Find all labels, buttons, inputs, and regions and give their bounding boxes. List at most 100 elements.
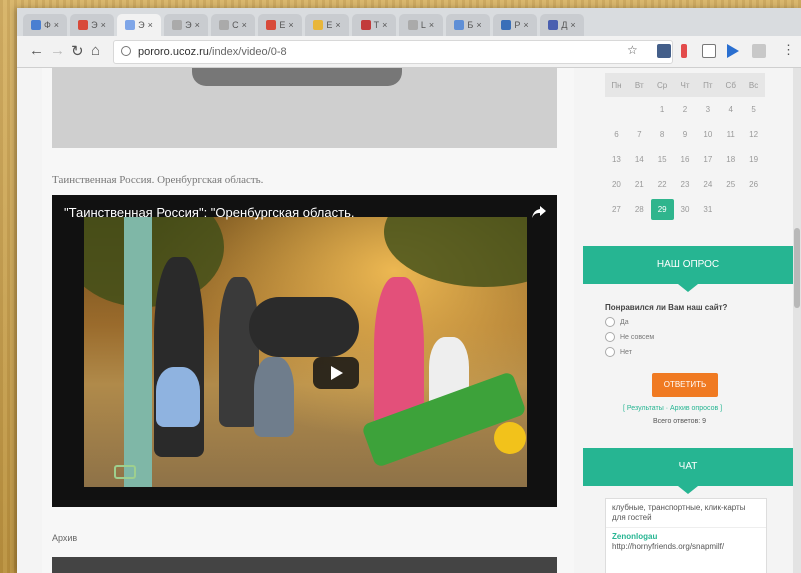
browser-tab[interactable]: Б ×: [446, 14, 490, 36]
calendar-day[interactable]: 2: [674, 105, 697, 114]
video-frame[interactable]: [84, 217, 527, 487]
calendar-day[interactable]: 1: [651, 105, 674, 114]
chat-text[interactable]: http://hornyfriends.org/snapmilf/: [612, 542, 760, 552]
browser-tab[interactable]: Т ×: [352, 14, 396, 36]
calendar-day[interactable]: 5: [742, 105, 765, 114]
calendar-day[interactable]: 12: [742, 130, 765, 139]
tab-close-icon[interactable]: ×: [101, 20, 106, 30]
play-button[interactable]: [313, 357, 359, 389]
tab-close-icon[interactable]: ×: [242, 20, 247, 30]
play-extension-icon[interactable]: [727, 44, 739, 58]
calendar-day[interactable]: 17: [696, 155, 719, 164]
calendar-day[interactable]: 13: [605, 155, 628, 164]
calendar-day[interactable]: 7: [628, 130, 651, 139]
calendar-weekdays: Пн Вт Ср Чт Пт Сб Вс: [605, 73, 765, 97]
back-icon[interactable]: ←: [29, 42, 44, 59]
tab-label: Э: [185, 20, 192, 30]
calendar-day[interactable]: 21: [628, 180, 651, 189]
poll-option[interactable]: Нет: [605, 347, 775, 357]
video-player[interactable]: "Таинственная Россия": "Оренбургская обл…: [52, 195, 557, 507]
extension-icon[interactable]: [752, 44, 766, 58]
poll-links[interactable]: [ Результаты · Архив опросов ]: [623, 405, 722, 412]
calendar-day[interactable]: 6: [605, 130, 628, 139]
browser-tab[interactable]: L ×: [399, 14, 443, 36]
poll-option[interactable]: Не совсем: [605, 332, 775, 342]
radio-button[interactable]: [605, 332, 615, 342]
calendar-day[interactable]: 26: [742, 180, 765, 189]
tab-close-icon[interactable]: ×: [429, 20, 434, 30]
tab-close-icon[interactable]: ×: [195, 20, 200, 30]
calendar-day[interactable]: 31: [696, 205, 719, 214]
browser-tab[interactable]: Э ×: [70, 14, 114, 36]
poll-option[interactable]: Да: [605, 317, 775, 327]
scrollbar-thumb[interactable]: [794, 228, 800, 308]
extension-icon[interactable]: [681, 44, 687, 58]
browser-tab[interactable]: Е ×: [305, 14, 349, 36]
calendar-day[interactable]: 15: [651, 155, 674, 164]
calendar-day[interactable]: 14: [628, 155, 651, 164]
menu-icon[interactable]: ⋮: [782, 42, 795, 58]
poll-header: НАШ ОПРОС: [583, 246, 793, 292]
calendar-day[interactable]: 3: [696, 105, 719, 114]
browser-tab[interactable]: Э ×: [117, 14, 161, 36]
tab-label: С: [232, 20, 239, 30]
calendar-day[interactable]: 27: [605, 205, 628, 214]
tab-close-icon[interactable]: ×: [570, 20, 575, 30]
calendar-day[interactable]: 24: [696, 180, 719, 189]
previous-video[interactable]: [52, 68, 557, 148]
reload-icon[interactable]: ↻: [71, 42, 84, 60]
tab-close-icon[interactable]: ×: [148, 20, 153, 30]
tab-label: Т: [373, 20, 380, 30]
page-scrollbar[interactable]: [793, 68, 801, 573]
browser-tab[interactable]: Ф ×: [23, 14, 67, 36]
video-caption: Таинственная Россия. Оренбургская област…: [52, 174, 264, 186]
radio-button[interactable]: [605, 347, 615, 357]
vote-button[interactable]: ОТВЕТИТЬ: [652, 373, 718, 397]
archive-label: Архив: [52, 533, 78, 543]
tab-close-icon[interactable]: ×: [523, 20, 528, 30]
browser-tab[interactable]: Э ×: [164, 14, 208, 36]
calendar-day[interactable]: 19: [742, 155, 765, 164]
pole: [124, 217, 152, 487]
calendar-day[interactable]: 11: [719, 130, 742, 139]
browser-tab[interactable]: Р ×: [493, 14, 537, 36]
video-title[interactable]: "Таинственная Россия": "Оренбургская обл…: [64, 205, 354, 220]
tab-favicon-icon: [30, 20, 41, 30]
calendar-day[interactable]: 25: [719, 180, 742, 189]
tab-close-icon[interactable]: ×: [335, 20, 340, 30]
radio-button[interactable]: [605, 317, 615, 327]
calendar-day[interactable]: 8: [651, 130, 674, 139]
forward-icon[interactable]: →: [50, 42, 65, 59]
bookmark-star-icon[interactable]: ☆: [627, 43, 638, 57]
calendar-day[interactable]: 4: [719, 105, 742, 114]
calendar-day[interactable]: 16: [674, 155, 697, 164]
calendar-day[interactable]: 10: [696, 130, 719, 139]
info-icon[interactable]: [121, 46, 131, 56]
chat-author[interactable]: Zenonlogau: [612, 532, 760, 542]
extension-icon[interactable]: [657, 44, 671, 58]
browser-tab[interactable]: Д ×: [540, 14, 584, 36]
tab-strip: Ф × Э × Э × Э × С × Е × Е × Т × L × Б × Р × Д ×: [17, 8, 801, 36]
calendar-day[interactable]: 23: [674, 180, 697, 189]
cast-icon[interactable]: [702, 44, 716, 58]
calendar-day[interactable]: 28: [628, 205, 651, 214]
previous-video-controls: [192, 68, 402, 86]
browser-tab[interactable]: С ×: [211, 14, 255, 36]
calendar-day[interactable]: 29: [650, 199, 674, 220]
address-bar[interactable]: pororo.ucoz.ru/index/video/0-8: [113, 40, 673, 64]
calendar-day[interactable]: 18: [719, 155, 742, 164]
tab-close-icon[interactable]: ×: [382, 20, 387, 30]
tab-close-icon[interactable]: ×: [54, 20, 59, 30]
calendar-weekday: Вт: [634, 80, 644, 90]
calendar-day[interactable]: 22: [651, 180, 674, 189]
next-video-player[interactable]: [52, 557, 557, 573]
share-icon[interactable]: [531, 205, 547, 219]
tab-favicon-icon: [454, 20, 465, 30]
browser-tab[interactable]: Е ×: [258, 14, 302, 36]
tab-close-icon[interactable]: ×: [288, 20, 293, 30]
calendar-day[interactable]: 20: [605, 180, 628, 189]
home-icon[interactable]: ⌂: [91, 42, 100, 59]
calendar-day[interactable]: 9: [674, 130, 697, 139]
tab-close-icon[interactable]: ×: [476, 20, 481, 30]
calendar-day[interactable]: 30: [674, 205, 697, 214]
